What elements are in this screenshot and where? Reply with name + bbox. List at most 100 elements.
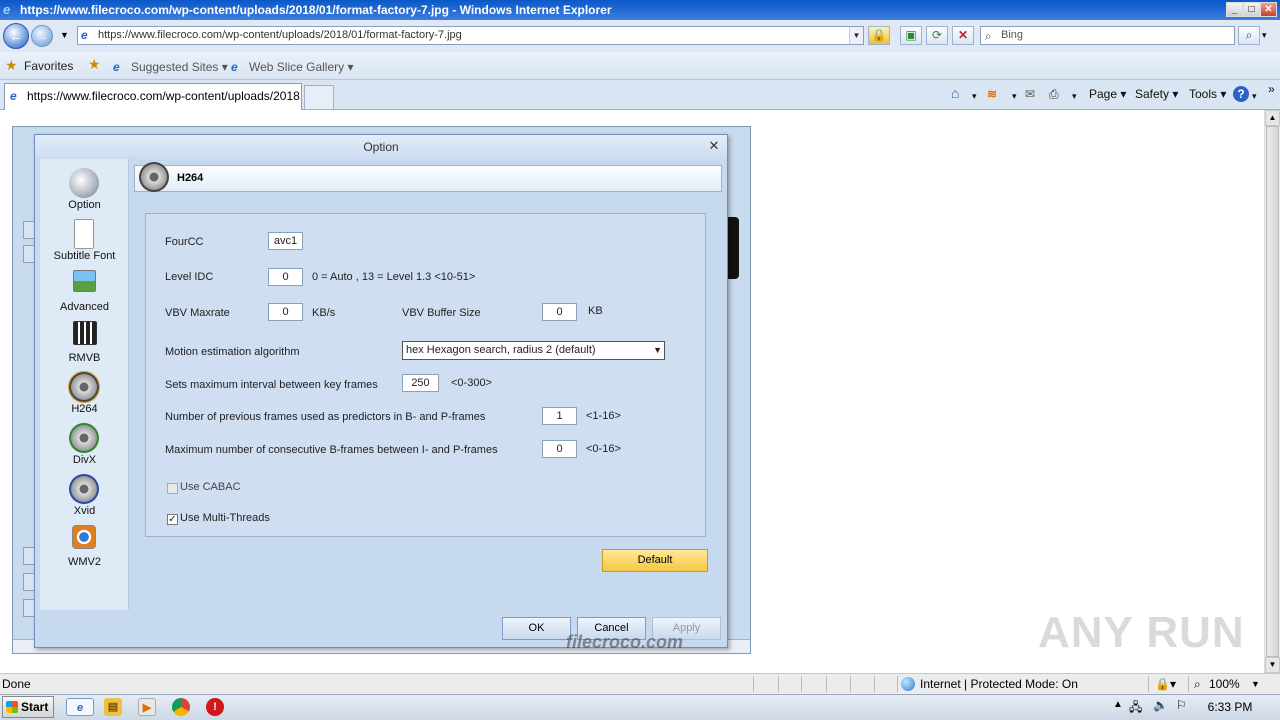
minimize-button[interactable]: _ bbox=[1226, 2, 1243, 17]
search-options-icon[interactable]: ▾ bbox=[1262, 30, 1267, 41]
zoom-icon[interactable]: ⌕ bbox=[1194, 674, 1201, 694]
add-favorites-icon[interactable]: ★ bbox=[88, 56, 101, 73]
default-button[interactable]: Default bbox=[602, 549, 708, 572]
address-dropdown-icon[interactable]: ▼ bbox=[849, 27, 863, 44]
stop-icon[interactable]: ✕ bbox=[952, 26, 974, 45]
nav-item-advanced[interactable]: Advanced bbox=[40, 268, 129, 316]
feeds-icon[interactable]: ≋ bbox=[987, 87, 997, 101]
web-slice-gallery-link[interactable]: Web Slice Gallery ▾ bbox=[249, 60, 354, 74]
feeds-dropdown-icon[interactable]: ▾ bbox=[1012, 91, 1017, 102]
recent-pages-dropdown-icon[interactable]: ▼ bbox=[60, 30, 69, 40]
vbv-maxrate-label: VBV Maxrate bbox=[165, 307, 230, 319]
tab-page-icon: e bbox=[10, 89, 17, 103]
motion-estimation-select[interactable]: hex Hexagon search, radius 2 (default) ▼ bbox=[402, 341, 665, 360]
vertical-scrollbar[interactable]: ▲ ▼ bbox=[1264, 110, 1280, 673]
nav-item-xvid[interactable]: Xvid bbox=[40, 472, 129, 520]
search-input[interactable]: ⌕ Bing bbox=[980, 26, 1235, 45]
nav-item-subtitle-font[interactable]: Subtitle Font bbox=[40, 217, 129, 265]
option-gear-icon bbox=[69, 168, 99, 198]
taskbar-chrome-icon[interactable] bbox=[172, 698, 190, 716]
bframes-input[interactable]: 0 bbox=[542, 440, 577, 458]
divx-film-reel-icon bbox=[69, 423, 99, 453]
protected-mode-icon[interactable]: 🔒▾ bbox=[1155, 674, 1176, 694]
tray-network-icon[interactable]: 🖧 bbox=[1129, 698, 1142, 719]
status-divider bbox=[826, 676, 827, 692]
address-bar[interactable]: e https://www.filecroco.com/wp-content/u… bbox=[77, 26, 864, 45]
tab-active[interactable]: e https://www.filecroco.com/wp-content/u… bbox=[4, 83, 302, 110]
refresh-icon[interactable]: ⟳ bbox=[926, 26, 948, 45]
forward-button[interactable]: → bbox=[31, 25, 53, 47]
maximize-button[interactable]: □ bbox=[1243, 2, 1260, 17]
tray-expand-icon[interactable]: ▲ bbox=[1113, 699, 1123, 710]
nav-item-wmv2[interactable]: WMV2 bbox=[40, 523, 129, 571]
fourcc-input[interactable]: avc1 bbox=[268, 232, 303, 250]
level-idc-input[interactable]: 0 bbox=[268, 268, 303, 286]
new-tab-button[interactable] bbox=[304, 85, 334, 109]
keyframe-interval-input[interactable]: 250 bbox=[402, 374, 439, 392]
ok-button[interactable]: OK bbox=[502, 617, 571, 640]
status-divider bbox=[1148, 676, 1149, 692]
nav-item-label: Xvid bbox=[73, 505, 96, 517]
nav-item-label: Option bbox=[68, 199, 101, 211]
print-dropdown-icon[interactable]: ▾ bbox=[1072, 91, 1077, 102]
favorites-button[interactable]: Favorites bbox=[24, 59, 73, 73]
nav-item-divx[interactable]: DivX bbox=[40, 421, 129, 469]
h264-header-icon bbox=[139, 162, 169, 192]
dialog-close-icon[interactable]: ✕ bbox=[707, 139, 721, 153]
taskbar-media-player-icon[interactable]: ▶ bbox=[138, 698, 156, 716]
start-button[interactable]: Start bbox=[2, 696, 54, 718]
scroll-up-icon[interactable]: ▲ bbox=[1265, 110, 1280, 126]
mail-icon[interactable]: ✉ bbox=[1025, 87, 1035, 101]
nav-item-rmvb[interactable]: RMVB bbox=[40, 319, 129, 367]
page-menu[interactable]: Page ▾ bbox=[1089, 87, 1126, 101]
back-button[interactable]: ← bbox=[3, 23, 29, 49]
safety-menu[interactable]: Safety ▾ bbox=[1135, 87, 1178, 101]
scroll-thumb[interactable] bbox=[1266, 126, 1279, 657]
nav-item-option[interactable]: Option bbox=[40, 166, 129, 214]
prev-frames-input[interactable]: 1 bbox=[542, 407, 577, 425]
help-icon[interactable]: ? bbox=[1233, 86, 1249, 102]
bframes-hint: <0-16> bbox=[586, 443, 621, 455]
print-icon[interactable]: ⎙ bbox=[1049, 87, 1059, 102]
home-dropdown-icon[interactable]: ▾ bbox=[972, 91, 977, 102]
vbv-buffer-input[interactable]: 0 bbox=[542, 303, 577, 321]
tab-title: https://www.filecroco.com/wp-content/upl… bbox=[27, 89, 302, 103]
xvid-film-reel-icon bbox=[69, 474, 99, 504]
vbv-maxrate-input[interactable]: 0 bbox=[268, 303, 303, 321]
page-icon: e bbox=[81, 28, 88, 42]
use-cabac-label: Use CABAC bbox=[180, 481, 241, 493]
nav-item-label: RMVB bbox=[68, 352, 101, 364]
taskbar-explorer-icon[interactable]: ▤ bbox=[104, 698, 122, 716]
status-bar: Done Internet | Protected Mode: On 🔒▾ ⌕ … bbox=[0, 673, 1280, 694]
tools-menu[interactable]: Tools ▾ bbox=[1189, 87, 1226, 101]
anyrun-watermark: ANY RUN bbox=[1038, 608, 1245, 657]
compatibility-view-icon[interactable]: ▣ bbox=[900, 26, 922, 45]
toolbar-overflow-icon[interactable]: » bbox=[1268, 82, 1275, 96]
use-multithreads-checkbox[interactable]: ✓ bbox=[167, 514, 178, 525]
suggested-sites-link[interactable]: Suggested Sites ▾ bbox=[131, 60, 228, 74]
fourcc-label: FourCC bbox=[165, 236, 204, 248]
zoom-level[interactable]: 100% bbox=[1209, 674, 1240, 694]
status-divider bbox=[778, 676, 779, 692]
zoom-dropdown-icon[interactable]: ▼ bbox=[1251, 674, 1260, 694]
tray-volume-icon[interactable]: 🔈 bbox=[1153, 698, 1168, 712]
use-multithreads-label: Use Multi-Threads bbox=[180, 512, 270, 524]
help-dropdown-icon[interactable]: ▾ bbox=[1252, 91, 1257, 102]
close-window-button[interactable]: ✕ bbox=[1260, 2, 1277, 17]
taskbar-ie-icon[interactable]: e bbox=[66, 698, 94, 716]
h264-film-reel-icon bbox=[68, 371, 100, 403]
wmv2-media-icon bbox=[72, 525, 96, 549]
use-cabac-checkbox[interactable] bbox=[167, 483, 178, 494]
nav-item-label: Subtitle Font bbox=[53, 250, 116, 262]
taskbar-clock[interactable]: 6:33 PM bbox=[1200, 694, 1260, 720]
lock-icon[interactable]: 🔒 bbox=[868, 26, 890, 45]
search-button[interactable]: ⌕ bbox=[1238, 26, 1260, 45]
scroll-down-icon[interactable]: ▼ bbox=[1265, 657, 1280, 673]
tray-flag-icon[interactable]: ⚐ bbox=[1176, 698, 1187, 712]
home-icon[interactable]: ⌂ bbox=[951, 85, 959, 101]
status-divider bbox=[874, 676, 875, 692]
nav-item-h264[interactable]: H264 bbox=[40, 370, 129, 418]
taskbar-security-app-icon[interactable]: ! bbox=[206, 698, 224, 716]
taskbar bbox=[0, 694, 1280, 720]
safety-menu-label: Safety bbox=[1135, 87, 1170, 101]
